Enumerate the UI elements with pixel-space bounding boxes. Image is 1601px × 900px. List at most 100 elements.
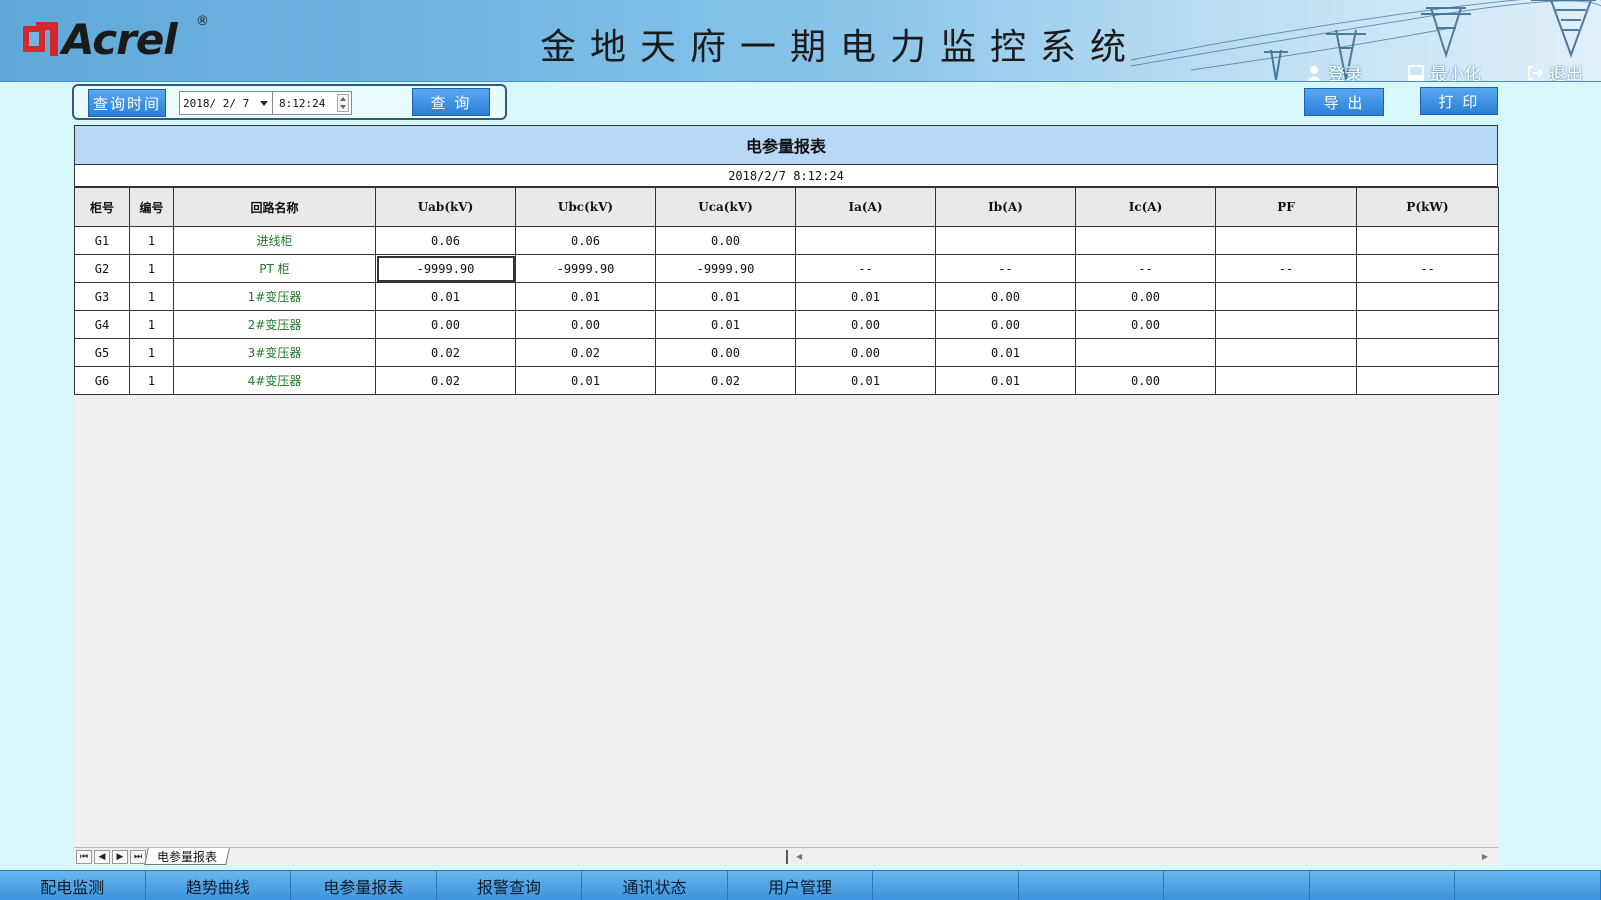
table-cell[interactable]: 1 — [129, 282, 174, 311]
exit-button[interactable]: 退出 — [1527, 60, 1583, 81]
table-cell[interactable]: 0.00 — [655, 338, 796, 367]
table-row[interactable]: G6 1 4#变压器 0.02 0.01 0.02 0.01 0.01 0.00 — [74, 366, 1499, 395]
table-cell[interactable]: 0.00 — [655, 226, 796, 255]
table-cell[interactable]: 0.00 — [795, 310, 936, 339]
table-cell[interactable]: 1 — [129, 226, 174, 255]
table-cell[interactable]: G1 — [74, 226, 130, 255]
nav-item-2[interactable]: 电参量报表 — [291, 871, 437, 900]
table-cell[interactable] — [1356, 310, 1499, 339]
table-cell[interactable]: 0.06 — [515, 226, 656, 255]
table-cell[interactable] — [1356, 366, 1499, 395]
table-cell[interactable]: 0.00 — [515, 310, 656, 339]
table-cell[interactable]: 0.02 — [515, 338, 656, 367]
nav-item-7[interactable] — [1019, 871, 1165, 900]
table-cell[interactable]: G2 — [74, 254, 130, 283]
dropdown-arrow-icon[interactable] — [260, 101, 268, 106]
first-sheet-icon[interactable]: ⏮ — [76, 850, 92, 864]
scroll-right-icon[interactable]: ▶ — [1482, 852, 1488, 861]
table-row[interactable]: G3 1 1#变压器 0.01 0.01 0.01 0.01 0.00 0.00 — [74, 282, 1499, 311]
circuit-name-cell[interactable]: 4#变压器 — [173, 366, 376, 395]
table-cell[interactable] — [1356, 338, 1499, 367]
table-cell[interactable]: 0.00 — [1075, 366, 1216, 395]
nav-item-3[interactable]: 报警查询 — [437, 871, 583, 900]
table-cell[interactable]: 0.02 — [375, 338, 516, 367]
export-button[interactable]: 导 出 — [1304, 88, 1384, 116]
table-row[interactable]: G2 1 PT 柜 -9999.90 -9999.90 -9999.90 -- -- -- -- -… — [74, 254, 1499, 283]
circuit-name-cell[interactable]: 2#变压器 — [173, 310, 376, 339]
table-cell[interactable]: -- — [935, 254, 1076, 283]
table-cell[interactable]: 1 — [129, 366, 174, 395]
table-cell[interactable]: 0.00 — [935, 310, 1076, 339]
minimize-button[interactable]: 最小化 — [1408, 60, 1481, 81]
circuit-name-cell[interactable]: PT 柜 — [173, 254, 376, 283]
table-row[interactable]: G4 1 2#变压器 0.00 0.00 0.01 0.00 0.00 0.00 — [74, 310, 1499, 339]
login-button[interactable]: 登录 — [1306, 60, 1362, 81]
table-cell[interactable]: -9999.90 — [515, 254, 656, 283]
table-cell[interactable]: 0.00 — [375, 310, 516, 339]
nav-item-10[interactable] — [1455, 871, 1601, 900]
table-cell[interactable]: 0.01 — [515, 282, 656, 311]
nav-item-6[interactable] — [873, 871, 1019, 900]
table-cell[interactable]: 0.01 — [655, 282, 796, 311]
table-cell[interactable] — [1215, 310, 1357, 339]
table-cell[interactable]: 0.01 — [515, 366, 656, 395]
circuit-name-cell[interactable]: 3#变压器 — [173, 338, 376, 367]
table-cell[interactable] — [1215, 282, 1357, 311]
table-cell[interactable]: 0.00 — [1075, 282, 1216, 311]
table-row[interactable]: G5 1 3#变压器 0.02 0.02 0.00 0.00 0.01 — [74, 338, 1499, 367]
table-cell[interactable]: 1 — [129, 254, 174, 283]
table-cell[interactable] — [1215, 338, 1357, 367]
table-cell[interactable]: 0.01 — [935, 338, 1076, 367]
table-cell[interactable]: 0.00 — [935, 282, 1076, 311]
table-cell[interactable]: 0.01 — [375, 282, 516, 311]
time-spinner-icon[interactable] — [337, 94, 349, 112]
table-cell[interactable]: G5 — [74, 338, 130, 367]
nav-item-4[interactable]: 通讯状态 — [582, 871, 728, 900]
table-cell[interactable]: 0.02 — [375, 366, 516, 395]
next-sheet-icon[interactable]: ▶ — [112, 850, 128, 864]
table-cell[interactable]: -9999.90 — [375, 254, 516, 283]
sheet-tab[interactable]: 电参量报表 — [144, 848, 230, 865]
table-cell[interactable]: G3 — [74, 282, 130, 311]
nav-item-5[interactable]: 用户管理 — [728, 871, 874, 900]
search-button[interactable]: 查 询 — [412, 88, 490, 116]
table-cell[interactable]: 0.06 — [375, 226, 516, 255]
horizontal-scrollbar[interactable]: ◀ ▶ — [786, 850, 1494, 864]
table-cell[interactable]: 0.00 — [795, 338, 936, 367]
table-cell[interactable]: 0.02 — [655, 366, 796, 395]
table-cell[interactable] — [1075, 338, 1216, 367]
table-cell[interactable]: 0.01 — [655, 310, 796, 339]
table-cell[interactable]: -- — [1075, 254, 1216, 283]
table-cell[interactable] — [935, 226, 1076, 255]
table-cell[interactable] — [795, 226, 936, 255]
time-picker[interactable]: 8:12:24 — [272, 91, 352, 115]
table-cell[interactable]: G6 — [74, 366, 130, 395]
circuit-name-cell[interactable]: 进线柜 — [173, 226, 376, 255]
prev-sheet-icon[interactable]: ◀ — [94, 850, 110, 864]
date-picker[interactable]: 2018/ 2/ 7 — [179, 91, 273, 115]
table-cell[interactable]: 1 — [129, 338, 174, 367]
table-cell[interactable]: G4 — [74, 310, 130, 339]
table-cell[interactable]: 0.00 — [1075, 310, 1216, 339]
table-cell[interactable]: -9999.90 — [655, 254, 796, 283]
print-button[interactable]: 打 印 — [1420, 87, 1498, 115]
table-cell[interactable]: 0.01 — [935, 366, 1076, 395]
last-sheet-icon[interactable]: ⏭ — [130, 850, 146, 864]
table-row[interactable]: G1 1 进线柜 0.06 0.06 0.00 — [74, 226, 1499, 255]
table-cell[interactable]: -- — [795, 254, 936, 283]
table-cell[interactable]: 1 — [129, 310, 174, 339]
table-cell[interactable]: -- — [1215, 254, 1357, 283]
nav-item-9[interactable] — [1310, 871, 1456, 900]
table-cell[interactable]: 0.01 — [795, 366, 936, 395]
circuit-name-cell[interactable]: 1#变压器 — [173, 282, 376, 311]
nav-item-0[interactable]: 配电监测 — [0, 871, 146, 900]
nav-item-8[interactable] — [1164, 871, 1310, 900]
nav-item-1[interactable]: 趋势曲线 — [146, 871, 292, 900]
table-cell[interactable] — [1075, 226, 1216, 255]
table-cell[interactable] — [1215, 226, 1357, 255]
table-cell[interactable]: -- — [1356, 254, 1499, 283]
table-cell[interactable] — [1356, 226, 1499, 255]
scroll-left-icon[interactable]: ◀ — [796, 852, 802, 861]
table-cell[interactable]: 0.01 — [795, 282, 936, 311]
table-cell[interactable] — [1356, 282, 1499, 311]
